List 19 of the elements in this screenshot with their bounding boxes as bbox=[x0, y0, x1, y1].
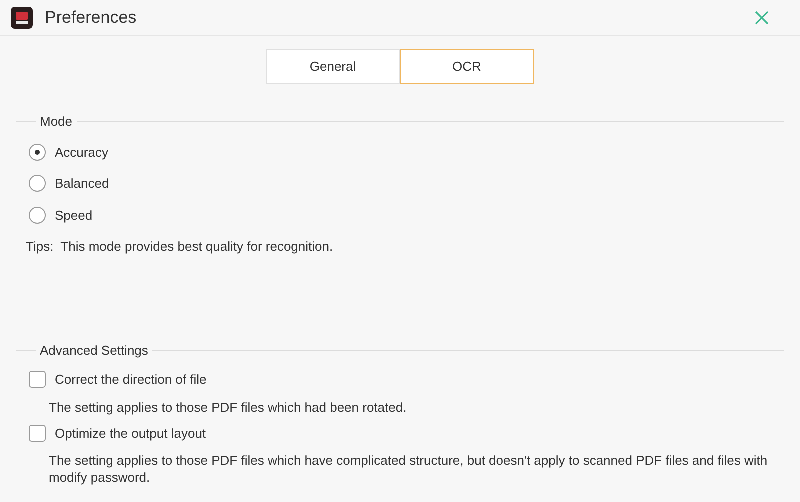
tip-text: Tips: This mode provides best quality for recognition. bbox=[26, 238, 334, 256]
radio-label: Balanced bbox=[55, 175, 110, 193]
setting-description: The setting applies to those PDF files which had been rotated. bbox=[49, 398, 408, 416]
app-icon bbox=[11, 6, 33, 28]
section-heading: Mode bbox=[39, 113, 74, 131]
checkbox[interactable] bbox=[29, 424, 46, 442]
tab[interactable]: General bbox=[266, 49, 400, 84]
setting-description: The setting applies to those PDF files which have complicated structure, but doesn't apply to scanned PDF files and files with modify password. bbox=[49, 452, 769, 486]
radio-button[interactable] bbox=[29, 175, 46, 192]
checkbox-label: Optimize the output layout bbox=[55, 424, 206, 443]
checkbox-label: Correct the direction of file bbox=[55, 371, 207, 389]
radio-button[interactable] bbox=[29, 206, 46, 224]
radio-label: Accuracy bbox=[55, 144, 108, 162]
radio-button[interactable] bbox=[29, 144, 46, 161]
checkbox[interactable] bbox=[29, 371, 46, 388]
radio-label: Speed bbox=[55, 206, 93, 225]
section-heading: Advanced Settings bbox=[39, 342, 150, 360]
tab[interactable]: OCR bbox=[400, 49, 534, 84]
window-title: Preferences bbox=[45, 6, 137, 29]
